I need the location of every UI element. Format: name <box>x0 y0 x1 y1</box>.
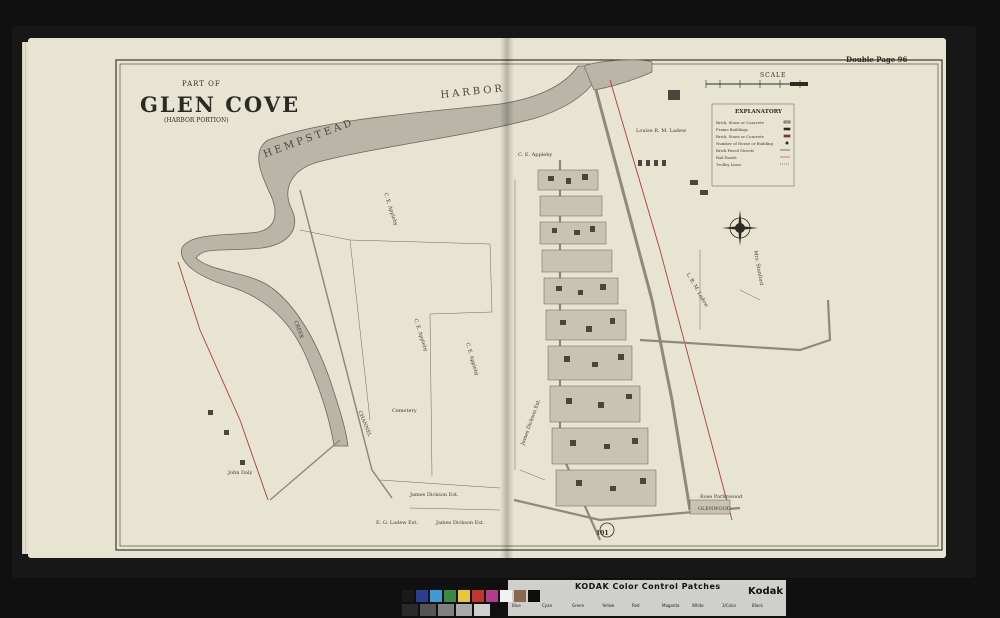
atlas-scan: PART OF GLEN COVE (HARBOR PORTION) Doubl… <box>0 0 1000 618</box>
color-patch <box>416 590 428 602</box>
grey-patch <box>402 604 418 616</box>
patch-label: Cyan <box>542 603 553 608</box>
color-patch <box>500 590 512 602</box>
color-patch <box>444 590 456 602</box>
patch-label: Black <box>752 603 763 608</box>
patch-label: Yellow <box>602 603 615 608</box>
color-patch <box>430 590 442 602</box>
patch-label: Blue <box>512 603 521 608</box>
patch-label: Red <box>632 603 640 608</box>
grey-patch <box>474 604 490 616</box>
color-target-title: KODAK Color Control Patches <box>575 582 721 591</box>
color-patch <box>472 590 484 602</box>
patch-label: Green <box>572 603 585 608</box>
patch-label: Magenta <box>662 603 680 608</box>
color-patch <box>458 590 470 602</box>
color-patch <box>402 590 414 602</box>
color-patch <box>486 590 498 602</box>
patch-label: White <box>692 603 704 608</box>
grey-patch <box>438 604 454 616</box>
color-patch <box>528 590 540 602</box>
patch-label: 3/Color <box>722 603 737 608</box>
color-patch <box>514 590 526 602</box>
grey-patch <box>456 604 472 616</box>
color-patches <box>402 590 540 616</box>
color-target-brand: Kodak <box>748 586 783 597</box>
grey-patch <box>420 604 436 616</box>
